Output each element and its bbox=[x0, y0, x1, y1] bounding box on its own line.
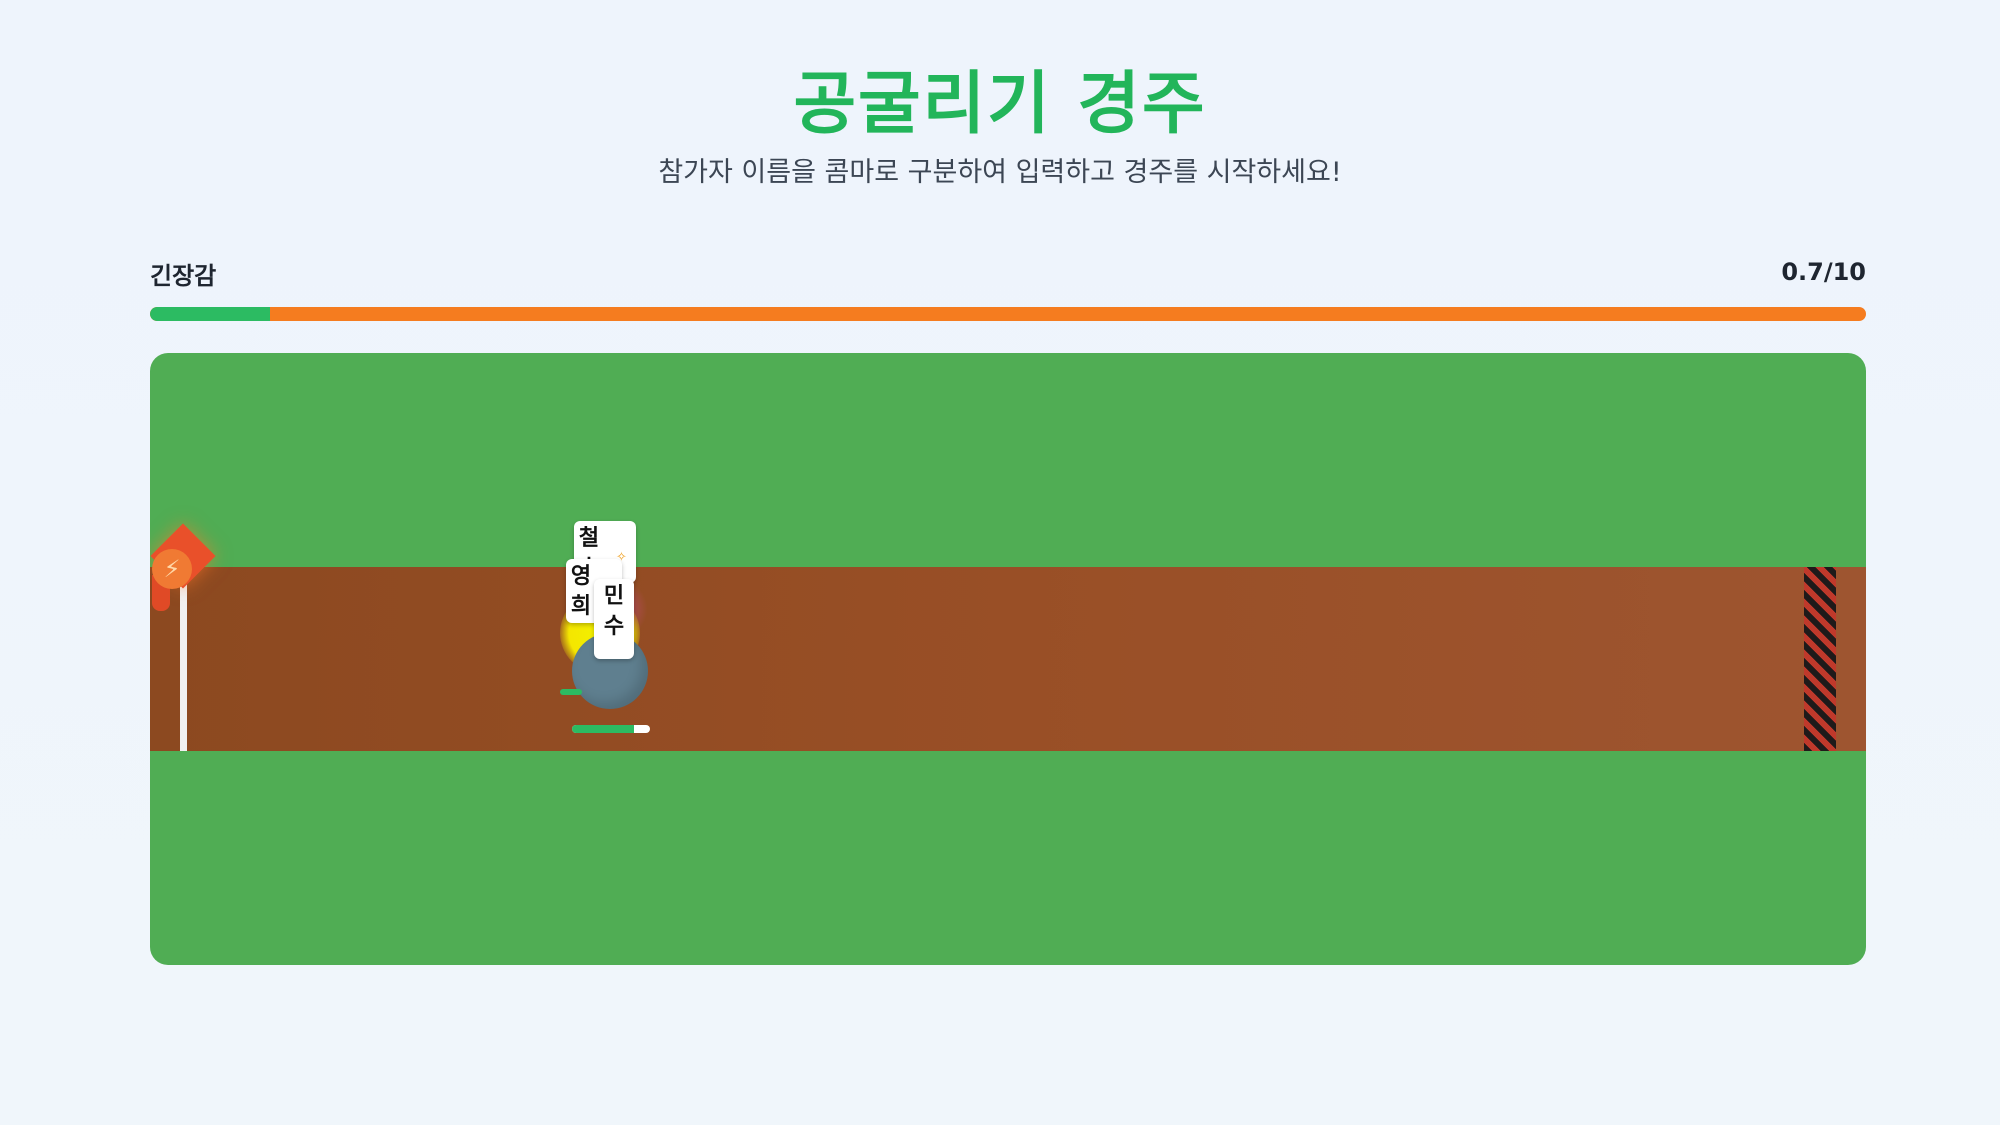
tension-meter-fill bbox=[150, 307, 271, 321]
ball-power-bar bbox=[572, 725, 650, 733]
tension-value: 0.7/10 bbox=[1781, 258, 1866, 286]
ball-power-fill bbox=[572, 725, 635, 733]
start-pole bbox=[180, 561, 187, 751]
race-page: 공굴리기 경주 참가자 이름을 콤마로 구분하여 입력하고 경주를 시작하세요!… bbox=[0, 0, 2000, 1125]
player-tag-minsu: 민수 bbox=[594, 579, 634, 659]
tension-meter bbox=[150, 307, 1866, 321]
lightning-icon: ⚡︎ bbox=[152, 549, 192, 589]
page-title: 공굴리기 경주 bbox=[793, 65, 1207, 144]
page-subtitle: 참가자 이름을 콤마로 구분하여 입력하고 경주를 시작하세요! bbox=[658, 157, 1342, 188]
race-field: ⚡︎ 철수 ✧ 영희 ✧ 민수 bbox=[150, 353, 1866, 965]
player-name: 영희 bbox=[570, 564, 592, 619]
finish-line bbox=[1804, 567, 1836, 751]
tension-label: 긴장감 bbox=[150, 262, 217, 290]
player-name: 민수 bbox=[603, 584, 625, 639]
race-track bbox=[150, 567, 1866, 751]
ball-trail-marker bbox=[560, 689, 582, 695]
